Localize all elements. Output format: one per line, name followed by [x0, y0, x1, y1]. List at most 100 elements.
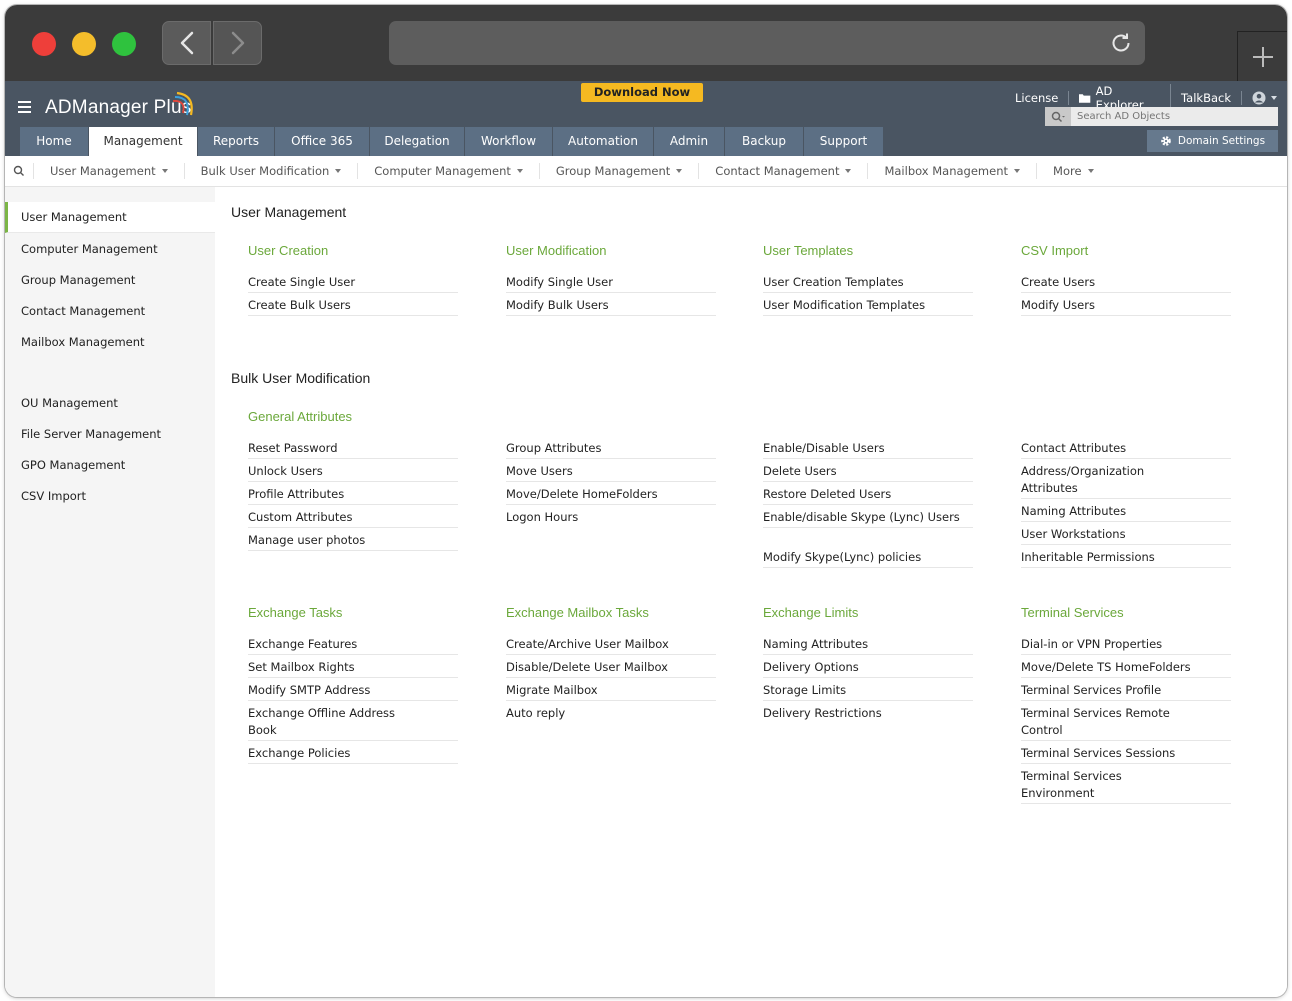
subnav-contact-management[interactable]: Contact Management — [698, 163, 867, 179]
link-inheritable-permissions[interactable]: Inheritable Permissions — [1021, 549, 1231, 568]
link-contact-attributes[interactable]: Contact Attributes — [1021, 440, 1231, 459]
subnav-computer-management[interactable]: Computer Management — [357, 163, 539, 179]
link-reset-password[interactable]: Reset Password — [248, 440, 458, 459]
link-terminal-services-remote-control[interactable]: Terminal Services Remote Control — [1021, 705, 1231, 741]
link-terminal-services-sessions[interactable]: Terminal Services Sessions — [1021, 745, 1231, 764]
category-exchange-tasks: Exchange Tasks — [248, 605, 343, 620]
link-create-bulk-users[interactable]: Create Bulk Users — [248, 297, 458, 316]
category-exchange-limits: Exchange Limits — [763, 605, 859, 620]
link-logon-hours[interactable]: Logon Hours — [506, 509, 716, 527]
logo-arc-icon — [173, 91, 193, 116]
tab-automation[interactable]: Automation — [553, 127, 653, 156]
link-modify-users[interactable]: Modify Users — [1021, 297, 1231, 316]
address-bar[interactable] — [389, 21, 1145, 65]
link-exchange-policies[interactable]: Exchange Policies — [248, 745, 458, 764]
app-header: ADManager Plus Download Now License AD E… — [5, 81, 1287, 156]
user-account-menu[interactable] — [1242, 91, 1287, 105]
tab-management[interactable]: Management — [89, 127, 197, 156]
link-custom-attributes[interactable]: Custom Attributes — [248, 509, 458, 528]
link-modify-bulk-users[interactable]: Modify Bulk Users — [506, 297, 716, 316]
domain-settings-button[interactable]: Domain Settings — [1147, 130, 1278, 152]
link-user-modification-templates[interactable]: User Modification Templates — [763, 297, 973, 316]
link-migrate-mailbox[interactable]: Migrate Mailbox — [506, 682, 716, 701]
sidebar-item-computer-management[interactable]: Computer Management — [5, 234, 215, 265]
sidebar-item-csv-import[interactable]: CSV Import — [5, 481, 215, 512]
app-logo[interactable]: ADManager Plus — [45, 97, 191, 119]
link-exchange-naming-attributes[interactable]: Naming Attributes — [763, 636, 973, 655]
link-disable-delete-user-mailbox[interactable]: Disable/Delete User Mailbox — [506, 659, 716, 678]
hamburger-menu-icon[interactable] — [18, 101, 32, 113]
chevron-down-icon — [676, 169, 683, 173]
tab-delegation[interactable]: Delegation — [370, 127, 464, 156]
link-create-archive-user-mailbox[interactable]: Create/Archive User Mailbox — [506, 636, 716, 655]
link-move-delete-ts-homefolders[interactable]: Move/Delete TS HomeFolders — [1021, 659, 1231, 678]
sidebar-item-mailbox-management[interactable]: Mailbox Management — [5, 327, 215, 358]
tab-reports[interactable]: Reports — [198, 127, 274, 156]
link-exchange-offline-address-book[interactable]: Exchange Offline Address Book — [248, 705, 458, 741]
maximize-window-button[interactable] — [112, 32, 136, 56]
link-user-creation-templates[interactable]: User Creation Templates — [763, 274, 973, 293]
reload-icon[interactable] — [1109, 31, 1133, 55]
category-exchange-mailbox-tasks: Exchange Mailbox Tasks — [506, 605, 649, 620]
link-user-workstations[interactable]: User Workstations — [1021, 526, 1231, 545]
forward-button[interactable] — [213, 21, 262, 65]
sidebar-item-group-management[interactable]: Group Management — [5, 265, 215, 296]
back-button[interactable] — [162, 21, 211, 65]
sidebar-item-ou-management[interactable]: OU Management — [5, 388, 215, 419]
link-terminal-services-profile[interactable]: Terminal Services Profile — [1021, 682, 1231, 701]
search-ad-objects-input[interactable] — [1071, 110, 1269, 123]
link-auto-reply[interactable]: Auto reply — [506, 705, 716, 723]
link-create-single-user[interactable]: Create Single User — [248, 274, 458, 293]
link-address-organization-attributes[interactable]: Address/Organization Attributes — [1021, 463, 1231, 499]
talkback-link[interactable]: TalkBack — [1171, 91, 1242, 105]
download-now-button[interactable]: Download Now — [581, 83, 703, 102]
link-exchange-features[interactable]: Exchange Features — [248, 636, 458, 655]
sidebar-item-file-server-management[interactable]: File Server Management — [5, 419, 215, 450]
tab-support[interactable]: Support — [804, 127, 883, 156]
minimize-window-button[interactable] — [72, 32, 96, 56]
plus-icon — [1253, 47, 1273, 67]
link-move-users[interactable]: Move Users — [506, 463, 716, 482]
subnav-group-management[interactable]: Group Management — [538, 163, 698, 179]
tab-backup[interactable]: Backup — [725, 127, 803, 156]
link-modify-skype-policies[interactable]: Modify Skype(Lync) policies — [763, 549, 973, 568]
search-icon-box[interactable] — [1045, 107, 1071, 126]
link-modify-smtp-address[interactable]: Modify SMTP Address — [248, 682, 458, 701]
link-unlock-users[interactable]: Unlock Users — [248, 463, 458, 482]
subnav-search-button[interactable] — [5, 165, 33, 177]
sidebar-item-user-management[interactable]: User Management — [5, 202, 215, 233]
sub-navigation: User Management Bulk User Modification C… — [5, 156, 1287, 187]
subnav-mailbox-management[interactable]: Mailbox Management — [867, 163, 1036, 179]
link-modify-single-user[interactable]: Modify Single User — [506, 274, 716, 293]
link-naming-attributes[interactable]: Naming Attributes — [1021, 503, 1231, 522]
subnav-more[interactable]: More — [1036, 163, 1110, 179]
link-set-mailbox-rights[interactable]: Set Mailbox Rights — [248, 659, 458, 678]
link-restore-deleted-users[interactable]: Restore Deleted Users — [763, 486, 973, 505]
sidebar-item-gpo-management[interactable]: GPO Management — [5, 450, 215, 481]
link-profile-attributes[interactable]: Profile Attributes — [248, 486, 458, 505]
subnav-user-management[interactable]: User Management — [33, 163, 184, 179]
tab-home[interactable]: Home — [20, 127, 88, 156]
link-enable-disable-users[interactable]: Enable/Disable Users — [763, 440, 973, 459]
tab-office-365[interactable]: Office 365 — [275, 127, 369, 156]
new-tab-button[interactable] — [1237, 31, 1287, 82]
tab-workflow[interactable]: Workflow — [465, 127, 552, 156]
link-dial-in-vpn-properties[interactable]: Dial-in or VPN Properties — [1021, 636, 1231, 655]
sidebar-item-contact-management[interactable]: Contact Management — [5, 296, 215, 327]
search-icon — [1051, 111, 1065, 122]
tab-admin[interactable]: Admin — [654, 127, 724, 156]
link-terminal-services-environment[interactable]: Terminal Services Environment — [1021, 768, 1231, 804]
link-delete-users[interactable]: Delete Users — [763, 463, 973, 482]
link-move-delete-homefolders[interactable]: Move/Delete HomeFolders — [506, 486, 716, 505]
link-create-users[interactable]: Create Users — [1021, 274, 1231, 293]
subnav-bulk-user-modification[interactable]: Bulk User Modification — [183, 163, 358, 179]
link-delivery-restrictions[interactable]: Delivery Restrictions — [763, 705, 973, 723]
link-storage-limits[interactable]: Storage Limits — [763, 682, 973, 701]
link-manage-user-photos[interactable]: Manage user photos — [248, 532, 458, 551]
link-enable-disable-skype-users[interactable]: Enable/disable Skype (Lync) Users — [763, 509, 973, 528]
link-delivery-options[interactable]: Delivery Options — [763, 659, 973, 678]
chevron-down-icon — [1014, 169, 1021, 173]
link-group-attributes[interactable]: Group Attributes — [506, 440, 716, 459]
license-link[interactable]: License — [1005, 91, 1070, 105]
close-window-button[interactable] — [32, 32, 56, 56]
